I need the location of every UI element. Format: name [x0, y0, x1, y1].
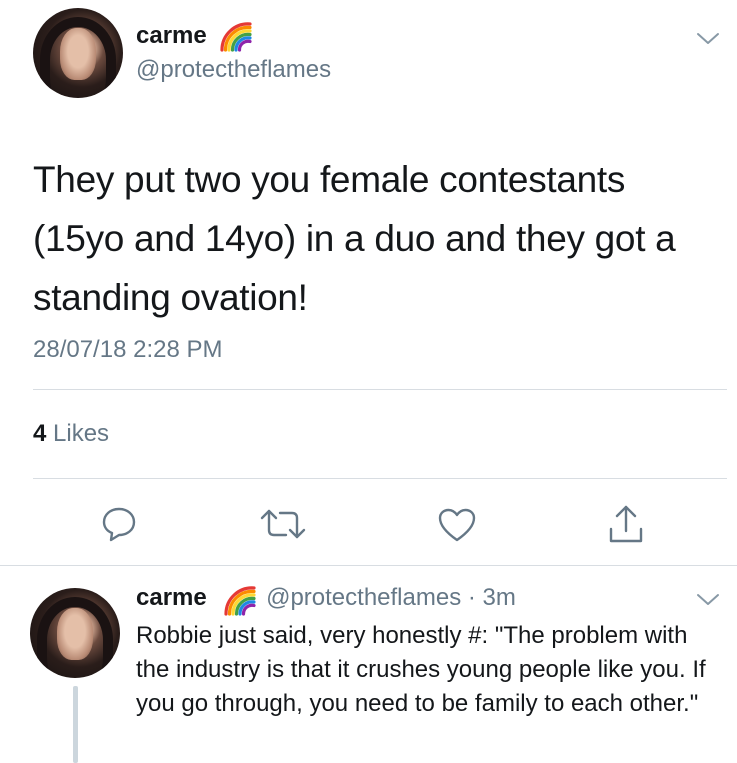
- like-icon[interactable]: [436, 506, 478, 544]
- avatar-hair: [37, 597, 113, 678]
- avatar[interactable]: [33, 8, 123, 98]
- author-handle[interactable]: @protectheflames: [136, 56, 331, 84]
- divider: [0, 565, 737, 566]
- thread-line: [73, 686, 78, 763]
- divider: [33, 478, 727, 479]
- tweet-timestamp[interactable]: 28/07/18 2:28 PM: [33, 336, 222, 364]
- author-name[interactable]: carme: [136, 22, 207, 50]
- avatar-hair: [40, 17, 116, 98]
- retweet-icon[interactable]: [258, 506, 308, 542]
- divider: [33, 389, 727, 390]
- reply-author-handle[interactable]: @protectheflames: [266, 584, 461, 611]
- reply-avatar[interactable]: [30, 588, 120, 678]
- share-icon[interactable]: [606, 503, 646, 545]
- chevron-down-icon[interactable]: [696, 32, 720, 46]
- chevron-down-icon[interactable]: [696, 593, 720, 607]
- reply-icon[interactable]: [99, 505, 139, 543]
- rainbow-emoji-icon: [220, 22, 252, 52]
- likes-number: 4: [33, 420, 47, 447]
- reply-separator: ·: [467, 584, 476, 611]
- reply-header: carme @protectheflames · 3m: [136, 584, 516, 612]
- reply-author-name[interactable]: carme: [136, 584, 207, 611]
- reply-time[interactable]: 3m: [483, 584, 516, 611]
- likes-count[interactable]: 4 Likes: [33, 420, 109, 448]
- rainbow-emoji-icon: [224, 586, 256, 616]
- tweet-text: They put two you female contestants (15y…: [33, 159, 676, 318]
- likes-label: Likes: [53, 420, 110, 447]
- reply-text: Robbie just said, very honestly #: "The …: [136, 622, 706, 717]
